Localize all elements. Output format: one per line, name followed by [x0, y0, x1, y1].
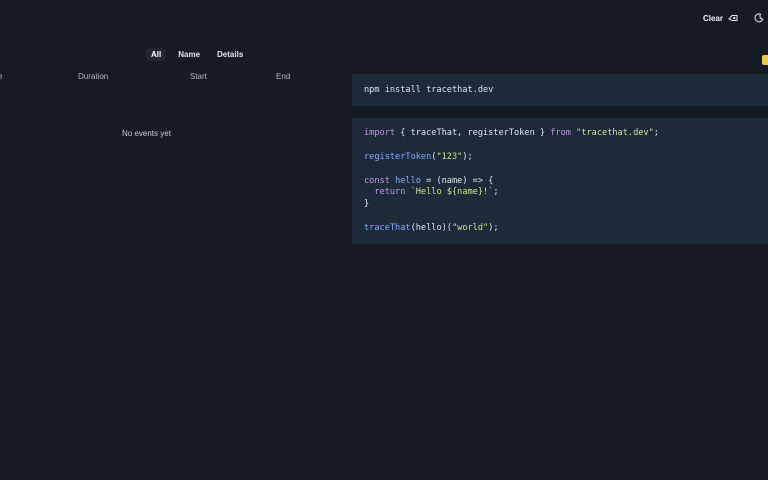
code-token: const — [364, 175, 390, 186]
install-command-block[interactable]: npm install tracethat.dev — [352, 74, 768, 106]
clear-button[interactable]: Clear — [703, 14, 738, 23]
code-line: } — [364, 199, 756, 211]
header-actions: Clear — [703, 13, 764, 23]
column-header-name: e — [0, 72, 3, 81]
column-header-start: Start — [190, 72, 207, 81]
code-token: from — [550, 128, 571, 138]
code-token: "123" — [436, 151, 463, 162]
code-token: hello — [395, 175, 421, 186]
tab-details[interactable]: Details — [212, 48, 248, 61]
moon-icon — [754, 13, 764, 23]
theme-toggle-button[interactable] — [754, 13, 764, 23]
code-line: const hello = (name) => { — [364, 176, 756, 188]
install-command: npm install tracethat.dev — [364, 85, 494, 95]
code-token: ); — [462, 151, 473, 162]
code-token: } — [364, 199, 370, 210]
column-header-duration: Duration — [78, 72, 109, 81]
code-line: import { traceThat, registerToken } from… — [364, 128, 756, 140]
empty-events-message: No events yet — [122, 129, 171, 138]
code-line: registerToken("123"); — [364, 152, 756, 164]
tab-all[interactable]: All — [146, 48, 167, 61]
code-token: "world" — [451, 223, 489, 234]
code-line: return `Hello ${name}!`; — [364, 187, 756, 199]
code-token: ); — [488, 223, 499, 234]
tab-name[interactable]: Name — [173, 48, 205, 61]
code-token: traceThat — [364, 223, 411, 234]
code-token: import — [364, 128, 396, 138]
column-header-end: End — [276, 72, 291, 81]
filter-tabs: All Name Details — [146, 48, 248, 61]
code-token: (hello)( — [410, 223, 452, 234]
code-snippet-block[interactable]: import { traceThat, registerToken } from… — [352, 118, 768, 244]
code-token: return — [374, 187, 406, 198]
code-line: traceThat(hello)("world"); — [364, 223, 756, 235]
code-token: `Hello ${name}!` — [405, 187, 494, 198]
code-token: "tracethat.dev" — [576, 128, 654, 138]
app-root: Clear All Name Details e Duration Start … — [0, 0, 768, 480]
code-token: registerToken — [364, 151, 432, 162]
code-token: { traceThat, registerToken } — [395, 128, 551, 138]
code-token: = (name) => { — [420, 175, 494, 186]
side-badge[interactable] — [762, 55, 768, 65]
clear-label: Clear — [702, 13, 723, 23]
code-token: ; — [653, 128, 659, 138]
eraser-icon — [728, 14, 738, 22]
code-token: ; — [493, 187, 499, 198]
